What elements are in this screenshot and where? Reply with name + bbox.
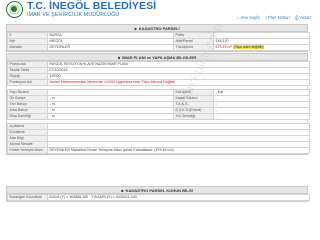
section-title: ■ KADASTRO PARSEL KOHUN BİLGİ <box>7 187 307 194</box>
nav-plan-notes-link[interactable]: ≡ Plan Notları <box>265 15 290 20</box>
field-value: DEYDINLER Mahallesi Kinsel Yerleşme Alan… <box>47 147 310 154</box>
section-title-text: İMAR PLANI ve YAPILAŞMA BİLGİLERİ <box>122 54 197 60</box>
table-row: Karanğarı Koordinat DADA (Y) = 163868.180… <box>7 194 310 201</box>
field-label: Karanğarı Koordinat <box>7 194 48 201</box>
imar-plan-table: Planın Adı İNEGÖL REVİZYON+İLAVE NAZIM İM… <box>7 61 310 86</box>
area-note-badge: (Tapu alanı değildir) <box>232 45 265 49</box>
table-row: Bina Derinliği - m Yol Genişliği - <box>7 113 310 120</box>
table-row: Kinsel Yerleşim Alanı DEYDINLER Mahallesi… <box>7 147 310 154</box>
field-label: Yol Genişliği <box>173 113 214 120</box>
nav-label: Plan Notları <box>268 15 290 20</box>
print-icon: ⎙ <box>295 15 299 20</box>
imar-panel: ■ İMAR PLANI ve YAPILAŞMA BİLGİLERİ Planı… <box>6 53 310 155</box>
municipality-logo <box>6 1 23 18</box>
field-label: Bina Derinliği <box>7 113 48 120</box>
kadastro-table: İl BURSA Pafta - İlçe İNEGÖL Ada/Parsel … <box>7 32 310 51</box>
map-icon: ■ <box>134 25 137 31</box>
table-row: Mahalle DEYDINLER Yüzölçümü 875,49 m² (Ta… <box>7 44 310 51</box>
field-value: - <box>213 113 310 120</box>
home-icon: ⌂ <box>237 15 240 20</box>
section-title: ■ İMAR PLANI ve YAPILAŞMA BİLGİLERİ <box>7 54 307 61</box>
nav-label: Yazdır <box>299 15 311 20</box>
nav-label: Ana Sayfa <box>240 15 260 20</box>
section-title-text: KADASTRO PARSELİ <box>138 25 180 31</box>
kadastro-panel: ■ KADASTRO PARSELİ İl BURSA Pafta - İlçe … <box>6 24 310 52</box>
coordinate-table: Karanğarı Koordinat DADA (Y) = 163868.180… <box>7 194 310 201</box>
coordinate-panel: ■ KADASTRO PARSEL KOHUN BİLGİ Karanğarı K… <box>6 186 310 202</box>
field-label: Yüzölçümü <box>173 44 214 51</box>
top-nav: ⌂ Ana Sayfa ≡ Plan Notları ⎙ Yazdır <box>237 15 311 20</box>
table-row: Fonksiyon Adı Anılan Kriterlerimizdeki Me… <box>7 79 310 86</box>
field-label: Kinsel Yerleşim Alanı <box>7 147 48 154</box>
building-rules-table: Yapı Nizamı Kat Adedi - Kat Ön Bahçe - m İnş… <box>7 89 310 120</box>
field-value: DEYDINLER <box>47 44 174 51</box>
function-warning: Anılan Kriterlerimizdeki Merkezde 1/1000… <box>47 79 310 86</box>
section-title: ■ KADASTRO PARSELİ <box>7 25 307 32</box>
department-subtitle: İMAR VE ŞEHİRCİLİK MÜDÜRLÜĞÜ <box>27 12 120 18</box>
notes-table: Açıklama Kısıtlama Ada Bilgi Ahıma Mesaf… <box>7 123 310 154</box>
field-value: DADA (Y) = 163868.180 - Y(KAAR) (X) = 44… <box>47 194 310 201</box>
page-header: T.C. İNEGÖL BELEDİYESİ İMAR VE ŞEHİRCİLİ… <box>0 0 314 22</box>
list-icon: ≡ <box>264 15 268 20</box>
nav-home-link[interactable]: ⌂ Ana Sayfa <box>237 15 260 20</box>
field-label: Mahalle <box>7 44 48 51</box>
field-label: Fonksiyon Adı <box>7 79 48 86</box>
field-value: - m <box>47 113 174 120</box>
map-icon: ■ <box>121 187 124 193</box>
area-number: 875,49 m² <box>215 45 232 50</box>
map-icon: ■ <box>117 54 121 60</box>
municipality-title: T.C. İNEGÖL BELEDİYESİ <box>27 0 157 12</box>
section-title-text: KADASTRO PARSEL KOHUN BİLGİ <box>125 187 193 193</box>
nav-print-link[interactable]: ⎙ Yazdır <box>295 15 311 20</box>
area-value: 875,49 m² (Tapu alanı değildir) <box>213 44 310 51</box>
